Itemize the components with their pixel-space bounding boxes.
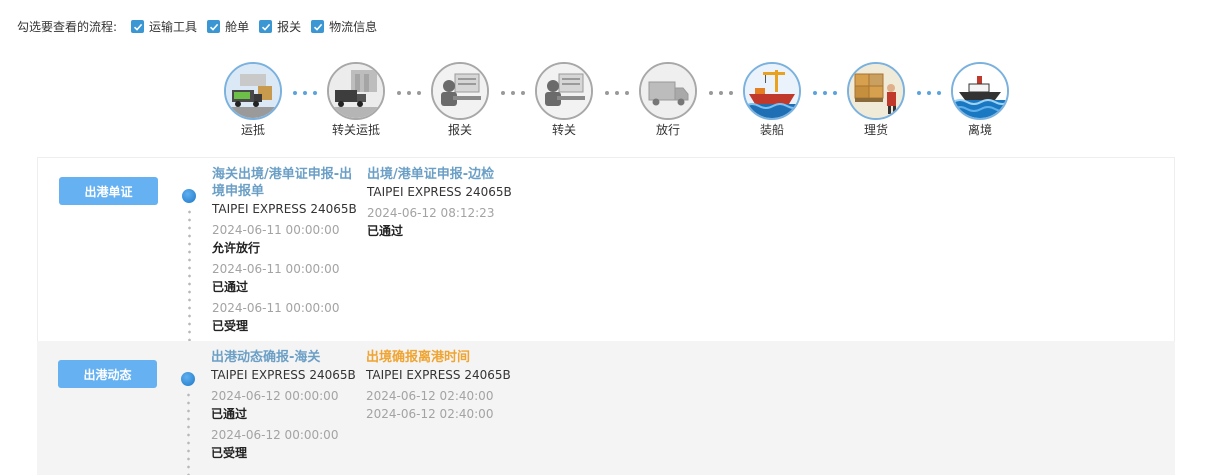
event-time: 2024-06-12 00:00:00 [211, 389, 339, 403]
step-label: 报关 [447, 123, 472, 137]
step-tally[interactable]: 理货 [836, 62, 916, 138]
step-label: 运抵 [240, 123, 265, 137]
step-label: 放行 [655, 123, 680, 137]
filter-checkbox-declaration[interactable]: 报关 [259, 18, 301, 35]
port-dynamics-button[interactable]: 出港动态 [58, 360, 157, 388]
cargo-truck-icon [224, 62, 282, 120]
record-title: 出境确报离港时间 [366, 350, 471, 365]
vessel-voyage: TAIPEI EXPRESS 24065B [366, 368, 511, 382]
event-status: 已通过 [211, 407, 248, 421]
event-status: 已通过 [367, 224, 404, 238]
step-transfer[interactable]: 转关 [524, 62, 604, 138]
step-label: 离境 [967, 123, 992, 137]
event-time: 2024-06-12 00:00:00 [211, 428, 339, 442]
timeline-node [182, 189, 196, 203]
timeline-panels: 出港单证 海关出境/港单证申报-出境申报单 TAIPEI EXPRESS 240… [37, 157, 1175, 475]
timeline-line [188, 208, 191, 342]
event-time: 2024-06-12 02:40:00 [366, 389, 494, 403]
step-release[interactable]: 放行 [628, 62, 708, 138]
step-loading[interactable]: 装船 [732, 62, 812, 138]
filter-checkbox-label: 物流信息 [329, 20, 378, 34]
step-label: 转关 [551, 123, 576, 137]
customs-officer-icon [535, 62, 593, 120]
process-steps: 运抵 转关运抵 报关 转关 放行 装船 理货 离境 [222, 62, 1012, 138]
ship-departure-icon [951, 62, 1009, 120]
record-column: 出港动态确报-海关 TAIPEI EXPRESS 24065B 2024-06-… [211, 349, 361, 462]
event-status: 已受理 [211, 446, 248, 460]
event-time: 2024-06-11 00:00:00 [212, 301, 340, 315]
section-port-dynamics: 出港动态 出港动态确报-海关 TAIPEI EXPRESS 24065B 202… [37, 341, 1175, 475]
filter-checkbox-label: 运输工具 [149, 20, 198, 34]
timeline-line [187, 391, 190, 475]
step-label: 装船 [759, 123, 784, 137]
record-column: 出境/港单证申报-边检 TAIPEI EXPRESS 24065B 2024-0… [367, 166, 567, 240]
record-column: 出境确报离港时间 TAIPEI EXPRESS 24065B 2024-06-1… [366, 349, 566, 423]
event-status: 允许放行 [212, 241, 261, 255]
filter-checkbox-label: 舱单 [225, 20, 250, 34]
checkbox-checked-icon[interactable] [311, 20, 325, 33]
step-label: 转关运抵 [331, 123, 380, 137]
transfer-truck-icon [327, 62, 385, 120]
event-status: 已受理 [212, 319, 249, 333]
timeline-node [181, 372, 195, 386]
record-title: 出境/港单证申报-边检 [367, 167, 495, 182]
step-connector [813, 91, 837, 95]
vessel-voyage: TAIPEI EXPRESS 24065B [211, 368, 356, 382]
customs-officer-icon [431, 62, 489, 120]
step-transfer-arrival[interactable]: 转关运抵 [316, 62, 396, 138]
event-status: 已通过 [212, 280, 249, 294]
step-connector [709, 91, 733, 95]
step-connector [917, 91, 941, 95]
event-time: 2024-06-11 00:00:00 [212, 223, 340, 237]
tally-worker-icon [847, 62, 905, 120]
ship-loading-icon [743, 62, 801, 120]
filter-checkbox-transport[interactable]: 运输工具 [131, 18, 197, 35]
event-time: 2024-06-11 00:00:00 [212, 262, 340, 276]
vessel-voyage: TAIPEI EXPRESS 24065B [367, 185, 512, 199]
filter-checkbox-manifest[interactable]: 舱单 [207, 18, 249, 35]
port-documents-button[interactable]: 出港单证 [59, 177, 158, 205]
checkbox-checked-icon[interactable] [207, 20, 221, 33]
filter-checkbox-label: 报关 [277, 20, 302, 34]
event-time: 2024-06-12 08:12:23 [367, 206, 495, 220]
step-declaration[interactable]: 报关 [420, 62, 500, 138]
step-arrival[interactable]: 运抵 [213, 62, 293, 138]
truck-icon [639, 62, 697, 120]
section-port-documents: 出港单证 海关出境/港单证申报-出境申报单 TAIPEI EXPRESS 240… [37, 157, 1175, 342]
step-connector [397, 91, 421, 95]
step-connector [605, 91, 629, 95]
filter-label: 勾选要查看的流程: [17, 20, 118, 34]
event-time: 2024-06-12 02:40:00 [366, 407, 494, 421]
record-column: 海关出境/港单证申报-出境申报单 TAIPEI EXPRESS 24065B 2… [212, 166, 362, 335]
record-title: 出港动态确报-海关 [211, 350, 321, 365]
process-filter-bar: 勾选要查看的流程: 运输工具 舱单 报关 物流信息 [17, 18, 387, 35]
vessel-voyage: TAIPEI EXPRESS 24065B [212, 202, 357, 216]
checkbox-checked-icon[interactable] [131, 20, 145, 33]
checkbox-checked-icon[interactable] [259, 20, 273, 33]
step-connector [501, 91, 525, 95]
record-title: 海关出境/港单证申报-出境申报单 [212, 167, 353, 199]
step-label: 理货 [863, 123, 888, 137]
filter-checkbox-logistics[interactable]: 物流信息 [311, 18, 377, 35]
step-departure[interactable]: 离境 [940, 62, 1020, 138]
step-connector [293, 91, 317, 95]
